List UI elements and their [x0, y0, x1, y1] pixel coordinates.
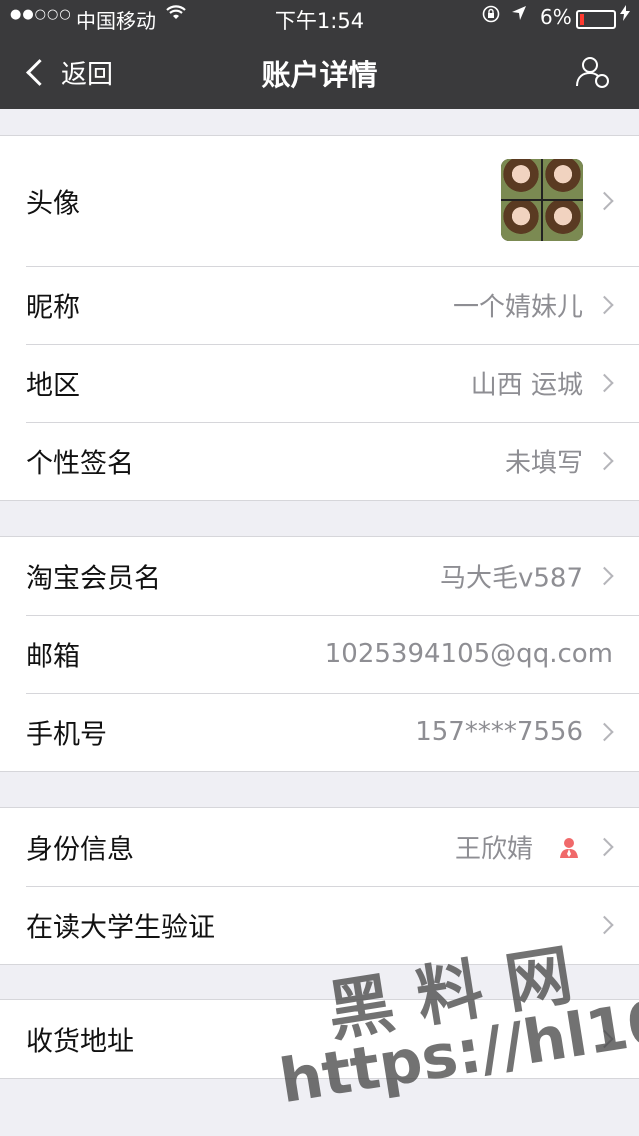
identity-row[interactable]: 身份信息 王欣婧: [0, 808, 639, 886]
phone-label: 手机号: [26, 719, 107, 751]
battery-icon: [576, 10, 616, 29]
nickname-value: 一个婧妹儿: [452, 292, 583, 323]
student-verify-label: 在读大学生验证: [26, 912, 215, 944]
chevron-right-icon: [595, 566, 614, 586]
email-label: 邮箱: [26, 641, 80, 673]
account-section: 淘宝会员名 马大毛v587 邮箱 1025394105@qq.com 手机号 1…: [0, 536, 639, 772]
signature-value: 未填写: [504, 448, 583, 479]
nickname-row[interactable]: 昵称 一个婧妹儿: [0, 266, 639, 344]
avatar: [501, 159, 583, 241]
chevron-right-icon: [595, 915, 614, 935]
identity-value: 王欣婧: [454, 834, 533, 865]
profile-section: 头像 昵称 一个婧妹儿 地区 山西 运城 个性签名 未填写: [0, 135, 639, 501]
taobao-name-row[interactable]: 淘宝会员名 马大毛v587: [0, 537, 639, 615]
chevron-right-icon: [595, 1029, 614, 1049]
student-verify-row[interactable]: 在读大学生验证: [0, 886, 639, 964]
status-bar: ●●○○○ 中国移动 下午1:54 6%: [0, 0, 639, 36]
email-value: 1025394105@qq.com: [324, 639, 613, 669]
nickname-label: 昵称: [26, 292, 80, 324]
avatar-row[interactable]: 头像: [0, 136, 639, 266]
taobao-name-value: 马大毛v587: [439, 563, 583, 594]
shipping-address-row[interactable]: 收货地址: [0, 1000, 639, 1078]
page-title: 账户详情: [261, 58, 378, 92]
region-label: 地区: [26, 370, 80, 402]
chevron-right-icon: [595, 295, 614, 315]
region-value: 山西 运城: [470, 370, 583, 401]
signature-label: 个性签名: [26, 448, 134, 480]
nav-bar: ●●○○○ 中国移动 下午1:54 6% 返回 账户详情: [0, 0, 639, 109]
charging-bolt-icon: [620, 5, 630, 26]
location-arrow-icon: [511, 5, 527, 26]
phone-row[interactable]: 手机号 157****7556: [0, 693, 639, 771]
shipping-address-label: 收货地址: [26, 1026, 134, 1058]
email-row: 邮箱 1025394105@qq.com: [0, 615, 639, 693]
battery-percent: 6%: [540, 5, 572, 29]
region-row[interactable]: 地区 山西 运城: [0, 344, 639, 422]
avatar-label: 头像: [26, 188, 80, 220]
verified-person-icon: [557, 835, 581, 859]
identity-label: 身份信息: [26, 834, 134, 866]
chevron-right-icon: [595, 722, 614, 742]
chevron-right-icon: [595, 373, 614, 393]
address-section: 收货地址: [0, 999, 639, 1079]
chevron-right-icon: [595, 451, 614, 471]
switch-account-icon[interactable]: [574, 52, 614, 92]
chevron-right-icon: [595, 191, 614, 211]
chevron-right-icon: [595, 837, 614, 857]
signature-row[interactable]: 个性签名 未填写: [0, 422, 639, 500]
identity-section: 身份信息 王欣婧 在读大学生验证: [0, 807, 639, 965]
taobao-name-label: 淘宝会员名: [26, 563, 161, 595]
phone-value: 157****7556: [415, 717, 583, 747]
rotation-lock-icon: [482, 5, 500, 28]
